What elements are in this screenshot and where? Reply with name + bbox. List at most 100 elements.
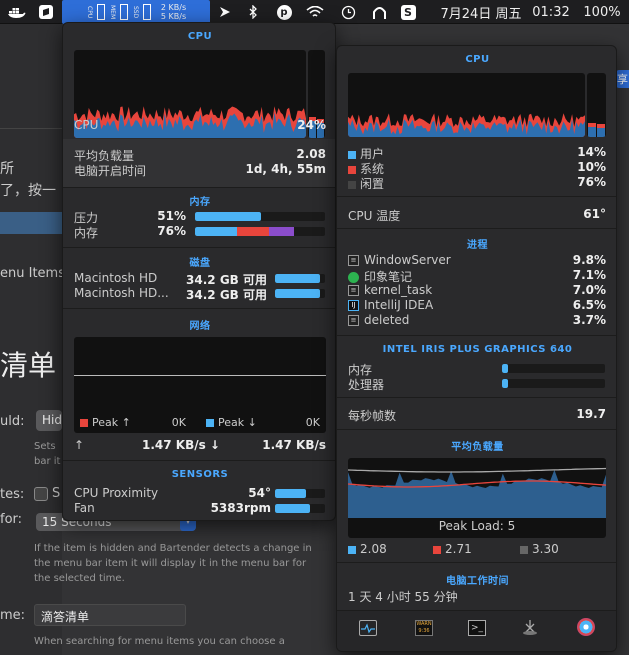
process-name: IntelliJ IDEA: [364, 298, 434, 312]
bg-text-1: 所: [0, 161, 14, 177]
fan-value: 5383rpm: [210, 501, 271, 515]
bluetooth-icon[interactable]: [244, 0, 262, 24]
gpu-processor-row: 处理器: [348, 376, 448, 393]
uptime-section-title: 电脑工作时间: [446, 576, 509, 587]
cpu-summary-row: CPU 24%: [74, 118, 326, 132]
bg-big-title: 清单: [0, 349, 57, 382]
system-label: 系统: [360, 162, 385, 176]
bg-menu-items: enu Items: [0, 266, 65, 281]
load-15-value: 3.30: [532, 542, 559, 556]
process-value: 3.7%: [572, 313, 606, 327]
istat-menus-item[interactable]: CPU MEM SSD 2 KB/s 5 KB/s: [62, 0, 210, 24]
gpu-memory-bar: [502, 364, 605, 373]
uptime-value: 1 天 4 小时 55 分钟: [348, 590, 458, 604]
gpu-processor-label: 处理器: [348, 378, 385, 392]
disk-utility-icon[interactable]: [521, 618, 539, 636]
istat-menus-icon[interactable]: [577, 618, 595, 636]
uptime-value: 1d, 4h, 55m: [245, 162, 326, 176]
battery-percent[interactable]: 100%: [580, 0, 624, 24]
net-up-rate: 2 KB/s: [160, 3, 187, 12]
network-rates-row: ↑ 1.47 KB/s ↓ 1.47 KB/s: [74, 438, 326, 452]
cpu-core-bars: [587, 73, 606, 137]
menu-bar: CPU MEM SSD 2 KB/s 5 KB/s p S 7月24日 周五 0…: [0, 0, 629, 24]
bg-label-name: me:: [0, 608, 26, 623]
console-icon[interactable]: WARN 9:36: [415, 620, 433, 636]
peak-up-label: Peak ↑: [92, 416, 131, 429]
p-circle-icon[interactable]: p: [274, 0, 294, 24]
fan-row: Fan 5383rpm: [74, 501, 271, 515]
process-name: kernel_task: [364, 283, 433, 297]
bg-sets-text-2: bar it: [34, 456, 61, 467]
intellij-icon: IJ: [348, 300, 359, 311]
fan-bar: [275, 504, 325, 513]
process-value: 9.8%: [572, 253, 606, 267]
user-label: 用户: [360, 147, 385, 161]
process-row[interactable]: ≡ kernel_task 7.0%: [348, 283, 606, 297]
activity-monitor-icon[interactable]: [359, 620, 377, 636]
proximity-label: CPU Proximity: [74, 486, 159, 500]
uptime-label: 电脑开启时间: [74, 164, 147, 178]
bg-label-updates: tes:: [0, 487, 25, 502]
process-row[interactable]: IJ IntelliJ IDEA 6.5%: [348, 298, 606, 312]
disk1-bar: [275, 274, 325, 283]
bg-text-2: 了，按一: [0, 183, 56, 199]
menubar-clock[interactable]: 01:32: [530, 0, 572, 24]
process-value: 7.0%: [572, 283, 606, 297]
memory-row: 内存 76%: [74, 224, 186, 241]
bg-hide-button[interactable]: Hid: [36, 410, 62, 431]
gpu-section-title: INTEL IRIS PLUS GRAPHICS 640: [382, 344, 573, 355]
s-app-icon[interactable]: S: [398, 0, 418, 24]
arch-icon[interactable]: [368, 0, 390, 24]
fps-label: 每秒帧数: [348, 409, 397, 423]
load-1-legend: 2.08: [348, 542, 387, 556]
net-down-rate: 5 KB/s: [160, 12, 187, 21]
windowserver-icon: ≡: [348, 255, 359, 266]
memory-section-title: 内存: [189, 197, 211, 208]
cpu-temp-label: CPU 温度: [348, 209, 401, 223]
menubar-date[interactable]: 7月24日 周五: [436, 0, 526, 24]
disk2-name: Macintosh HD...: [74, 286, 169, 300]
process-row[interactable]: ≡ WindowServer 9.8%: [348, 253, 606, 267]
terminal-icon[interactable]: >_: [468, 620, 486, 636]
memory-label: 内存: [74, 226, 99, 240]
time-machine-icon[interactable]: [338, 0, 358, 24]
idle-row: 闲置 76%: [348, 175, 606, 192]
fan-label: Fan: [74, 501, 95, 515]
docker-icon[interactable]: [6, 0, 28, 24]
bg-label-should: uld:: [0, 414, 25, 429]
cursor-icon[interactable]: [216, 0, 234, 24]
process-name: deleted: [364, 313, 410, 327]
net-up-arrow: ↑: [74, 438, 85, 452]
app-icon-s[interactable]: [36, 0, 56, 24]
pressure-bar: [195, 212, 325, 221]
uptime-row: 电脑开启时间 1d, 4h, 55m: [74, 162, 326, 179]
fps-row: 每秒帧数 19.7: [348, 407, 606, 424]
load-15-legend: 3.30: [520, 542, 559, 556]
cpu-temp-row: CPU 温度 61°: [348, 207, 606, 224]
peak-up-value: 0K: [171, 416, 186, 429]
load-history-chart: Peak Load: 5: [348, 458, 606, 538]
gpu-processor-bar: [502, 379, 605, 388]
process-value: 6.5%: [572, 298, 606, 312]
cpu-value: 24%: [297, 118, 326, 132]
process-row[interactable]: ≡ deleted 3.7%: [348, 313, 606, 327]
bg-checkbox-label: S: [52, 486, 61, 501]
memory-bar: [195, 227, 325, 236]
fps-value: 19.7: [576, 407, 606, 421]
load-section-title: 平均负载量: [451, 442, 504, 453]
wifi-icon[interactable]: [304, 0, 326, 24]
peak-up-legend: Peak ↑ 0K: [80, 416, 186, 429]
disk2-bar: [275, 289, 325, 298]
cpu-section-title: CPU: [187, 31, 213, 42]
bg-sets-text-1: Sets: [34, 441, 56, 452]
proximity-row: CPU Proximity 54°: [74, 486, 271, 500]
bg-right-button[interactable]: 享: [616, 70, 629, 88]
bg-selected-row: [0, 212, 62, 234]
processes-section-title: 进程: [467, 240, 488, 251]
cpu-section-title: CPU: [465, 54, 490, 65]
bg-label-for: for:: [0, 512, 23, 527]
evernote-icon: [348, 272, 359, 283]
bg-name-field[interactable]: 滴答清单: [34, 604, 186, 626]
disk2-value: 34.2 GB 可用: [186, 288, 267, 302]
bg-checkbox[interactable]: [34, 487, 48, 501]
